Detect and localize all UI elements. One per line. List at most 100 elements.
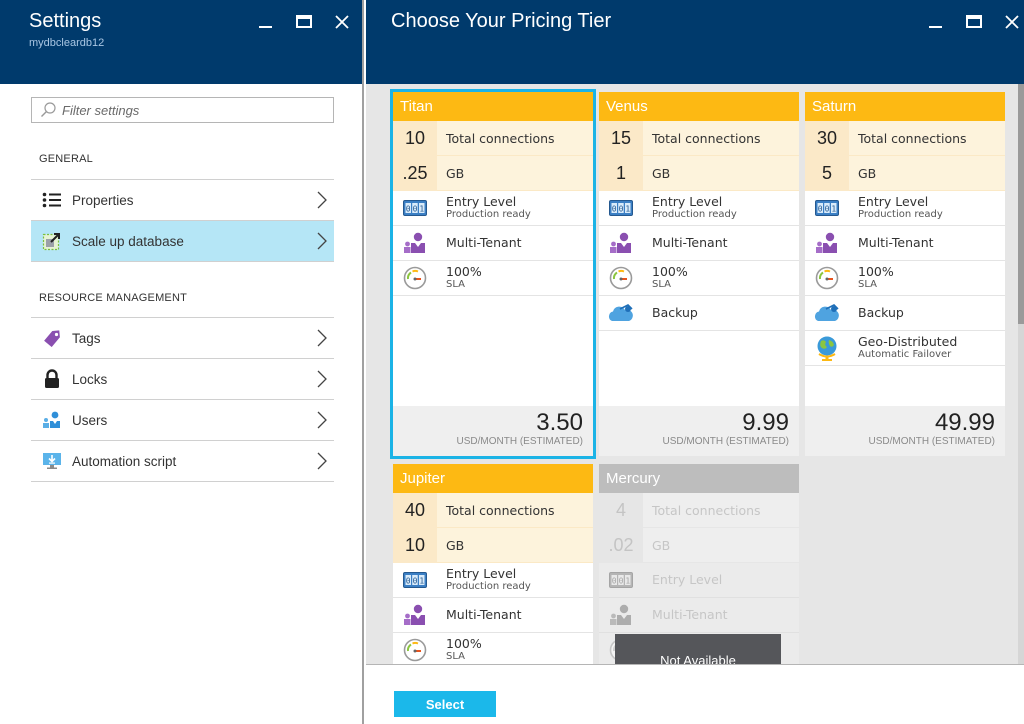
- menu-item-tags[interactable]: Tags: [31, 318, 334, 359]
- connections-label: Total connections: [652, 130, 761, 146]
- feature-subtitle: Production ready: [446, 209, 531, 220]
- feature-title: Multi-Tenant: [858, 235, 934, 250]
- tier-card-venus[interactable]: Venus 15 Total connections 1 GB 0 0 1 Entry Leve…: [599, 92, 799, 456]
- feature-title: Multi-Tenant: [652, 235, 728, 250]
- svg-text:1: 1: [625, 577, 630, 586]
- connections-row: 10 Total connections: [393, 120, 593, 156]
- multi-tenant-icon: [393, 232, 437, 254]
- tier-name: Venus: [599, 92, 799, 121]
- feature-row: Multi-Tenant: [805, 226, 1005, 261]
- connections-label: Total connections: [652, 502, 761, 518]
- resource-management-menu: Tags Locks Users Automation script: [31, 317, 334, 482]
- price-footer: 3.50 USD/MONTH (ESTIMATED): [393, 406, 593, 456]
- feature-title: Entry Level: [652, 572, 723, 587]
- menu-item-users[interactable]: Users: [31, 400, 334, 441]
- storage-label: GB: [446, 165, 465, 181]
- feature-title: 100%: [446, 264, 482, 279]
- svg-text:0: 0: [612, 577, 617, 586]
- connections-row: 30 Total connections: [805, 120, 1005, 156]
- entry-level-icon: 001: [599, 572, 643, 588]
- settings-subtitle: mydbcleardb12: [29, 37, 105, 49]
- section-label-general: GENERAL: [39, 153, 93, 165]
- multi-tenant-icon: [805, 232, 849, 254]
- connections-value: 10: [393, 120, 437, 156]
- svg-text:0: 0: [406, 577, 411, 586]
- feature-title: 100%: [446, 636, 482, 651]
- feature-subtitle: Production ready: [652, 209, 737, 220]
- globe-icon: [805, 335, 849, 361]
- price-value: 49.99: [934, 409, 995, 436]
- tier-card-titan[interactable]: Titan 10 Total connections .25 GB 0 0 1 Entry Le…: [390, 89, 596, 459]
- select-button[interactable]: Select: [394, 691, 496, 717]
- tier-name: Mercury: [599, 464, 799, 493]
- entry-level-icon: 001: [599, 200, 643, 216]
- menu-item-automation-script[interactable]: Automation script: [31, 441, 334, 482]
- svg-text:1: 1: [831, 205, 836, 214]
- tier-card-jupiter[interactable]: Jupiter 40 Total connections 10 GB 0 0 1 Entry L…: [393, 464, 593, 664]
- scrollbar-thumb[interactable]: [1018, 84, 1024, 324]
- maximize-button[interactable]: [955, 8, 993, 36]
- feature-row: 0 0 1 Entry Level Production ready: [599, 191, 799, 226]
- menu-item-properties[interactable]: Properties: [31, 180, 334, 221]
- minimize-button[interactable]: [247, 8, 285, 36]
- backup-cloud-icon: [599, 303, 643, 323]
- menu-item-scale-up-database[interactable]: Scale up database: [31, 221, 334, 262]
- multi-tenant-icon: [393, 604, 437, 626]
- menu-item-label: Locks: [72, 371, 108, 387]
- settings-window-controls: [247, 8, 361, 36]
- feature-subtitle: SLA: [446, 651, 465, 662]
- storage-row: .25 GB: [393, 155, 593, 191]
- storage-value: 5: [805, 155, 849, 191]
- sla-gauge-icon: [599, 266, 643, 290]
- users-icon: [41, 410, 63, 430]
- feature-row: 100% SLA: [599, 261, 799, 296]
- maximize-button[interactable]: [285, 8, 323, 36]
- price-value: 9.99: [742, 409, 789, 436]
- price-footer: 9.99 USD/MONTH (ESTIMATED): [599, 406, 799, 456]
- settings-blade-header: Settings mydbcleardb12: [0, 0, 362, 84]
- general-menu: Properties Scale up database: [31, 179, 334, 262]
- section-label-resource-management: RESOURCE MANAGEMENT: [39, 292, 188, 304]
- feature-title: Multi-Tenant: [652, 607, 728, 622]
- svg-text:0: 0: [818, 205, 823, 214]
- minimize-button[interactable]: [917, 8, 955, 36]
- feature-row: 100% SLA: [393, 261, 593, 296]
- close-button[interactable]: [323, 8, 361, 36]
- connections-label: Total connections: [858, 130, 967, 146]
- close-icon: [335, 15, 349, 29]
- svg-text:0: 0: [406, 205, 411, 214]
- feature-row: 0 0 1 Entry Level: [599, 563, 799, 598]
- storage-row: 10 GB: [393, 527, 593, 563]
- price-unit: USD/MONTH (ESTIMATED): [868, 436, 995, 447]
- pricing-window-controls: [917, 8, 1024, 36]
- storage-label: GB: [652, 537, 671, 553]
- feature-title: Entry Level: [446, 566, 517, 581]
- tier-card-saturn[interactable]: Saturn 30 Total connections 5 GB 0 0 1 Entry Lev…: [805, 92, 1005, 456]
- tag-icon: [41, 328, 63, 348]
- svg-text:1: 1: [419, 205, 424, 214]
- tier-name: Saturn: [805, 92, 1005, 121]
- pricing-tiers-grid: Titan 10 Total connections .25 GB 0 0 1 Entry Le…: [366, 84, 1024, 664]
- connections-label: Total connections: [446, 130, 555, 146]
- menu-item-label: Users: [72, 412, 108, 428]
- feature-title: Entry Level: [652, 194, 723, 209]
- pricing-tier-blade: Choose Your Pricing Tier Titan 10 Total co…: [366, 0, 1024, 724]
- feature-row: Multi-Tenant: [599, 226, 799, 261]
- multi-tenant-icon: [599, 604, 643, 626]
- lock-icon: [41, 369, 63, 389]
- svg-text:0: 0: [413, 577, 418, 586]
- filter-settings-input-wrapper[interactable]: [31, 97, 334, 123]
- close-button[interactable]: [993, 8, 1024, 36]
- feature-row: 100% SLA: [805, 261, 1005, 296]
- menu-item-locks[interactable]: Locks: [31, 359, 334, 400]
- filter-settings-input[interactable]: [62, 102, 322, 118]
- connections-label: Total connections: [446, 502, 555, 518]
- entry-level-icon: 001: [393, 200, 437, 216]
- price-unit: USD/MONTH (ESTIMATED): [662, 436, 789, 447]
- automation-script-icon: [41, 451, 63, 471]
- tier-card-mercury: Mercury 4 Total connections .02 GB 0 0 1 Entry L…: [599, 464, 799, 664]
- entry-level-icon: 001: [393, 572, 437, 588]
- connections-value: 4: [599, 492, 643, 528]
- feature-subtitle: SLA: [652, 279, 671, 290]
- connections-value: 30: [805, 120, 849, 156]
